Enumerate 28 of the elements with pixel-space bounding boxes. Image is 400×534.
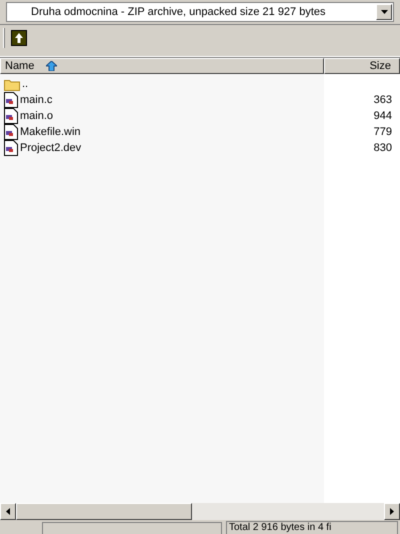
scroll-right-button[interactable]: [384, 503, 400, 520]
file-row[interactable]: main.c: [0, 92, 324, 108]
scroll-left-button[interactable]: [0, 503, 16, 520]
folder-icon: [4, 78, 20, 90]
document-icon: [4, 92, 18, 108]
right-arrow-icon: [390, 508, 394, 515]
document-icon: [4, 108, 18, 124]
file-row[interactable]: main.o: [0, 108, 324, 124]
sort-arrow-icon: [46, 61, 58, 71]
scroll-thumb[interactable]: [16, 503, 192, 520]
document-icon: [4, 140, 18, 156]
caret-icon: [380, 10, 388, 14]
size-column-header[interactable]: Size: [324, 58, 400, 74]
file-row[interactable]: Makefile.win: [0, 124, 324, 140]
document-icon: [4, 124, 18, 140]
file-size: 779: [374, 124, 392, 140]
left-arrow-icon: [6, 508, 10, 515]
up-folder-icon[interactable]: [11, 30, 27, 46]
name-column-header[interactable]: Name: [0, 58, 324, 74]
file-row[interactable]: ..: [0, 76, 324, 92]
file-size: 944: [374, 108, 392, 124]
dropdown-button[interactable]: [376, 4, 392, 20]
file-size: 830: [374, 140, 392, 156]
file-row[interactable]: Project2.dev: [0, 140, 324, 156]
address-dropdown[interactable]: Druha odmocnina - ZIP archive, unpacked size 21 927 bytes: [6, 2, 394, 22]
address-text: Druha odmocnina - ZIP archive, unpacked size 21 927 bytes: [30, 4, 327, 20]
status-text: Total 2 916 bytes in 4 fi: [226, 521, 398, 534]
file-size: 363: [374, 92, 392, 108]
